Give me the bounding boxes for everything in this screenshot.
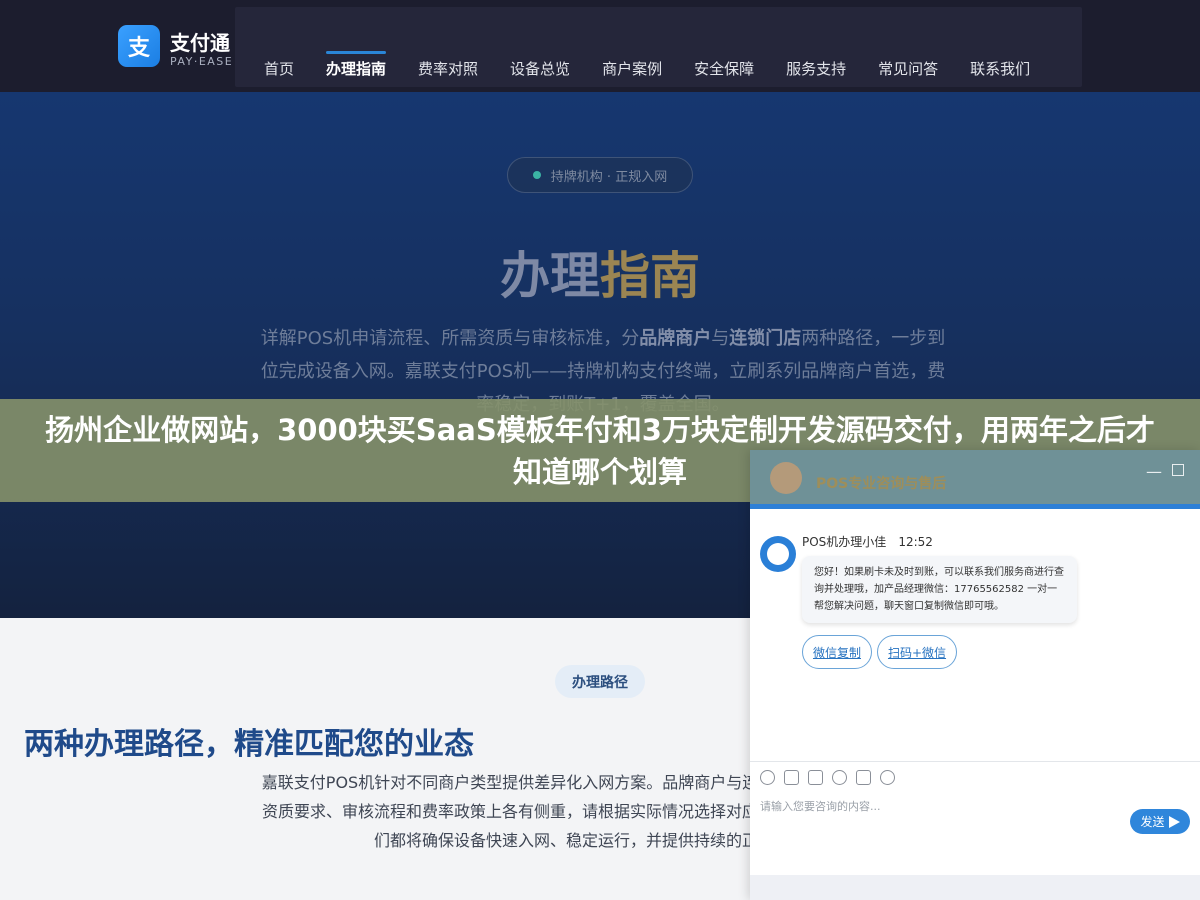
minimize-icon[interactable]: — — [1146, 462, 1162, 481]
chat-input[interactable] — [760, 800, 1120, 813]
chat-title: POS专业咨询与售后 — [816, 476, 947, 492]
logo[interactable]: 支 — [118, 25, 160, 67]
chat-widget: POS专业咨询与售后 — POS机办理小佳 12:52 您好！如果刷卡未及时到账，… — [750, 450, 1200, 900]
nav-item-cases[interactable]: 商户案例 — [602, 58, 662, 79]
hero-title-part1: 办理 — [500, 247, 600, 305]
send-label: 发送 — [1140, 815, 1165, 829]
site-header: 支 支付通 PAY·EASE 首页 办理指南 费率对照 设备总览 商户案例 安全… — [0, 0, 1200, 92]
chat-footer — [750, 875, 1200, 900]
agent-face-icon — [767, 543, 789, 565]
nav-item-home[interactable]: 首页 — [264, 58, 294, 79]
agent-name: POS机办理小佳 12:52 — [802, 533, 933, 550]
brand-subtitle: PAY·EASE — [170, 55, 234, 68]
send-button[interactable]: 发送 — [1130, 809, 1190, 834]
message-bubble: 您好！如果刷卡未及时到账，可以联系我们服务商进行查询并处理哦，加产品经理微信：1… — [802, 556, 1077, 623]
section-tag: 办理路径 — [555, 665, 645, 698]
copy-wechat-button[interactable]: 微信复制 — [802, 635, 872, 669]
status-dot-icon — [532, 171, 541, 179]
agent-name-text: POS机办理小佳 — [802, 535, 887, 549]
hero-title: 办理指南 — [0, 236, 1200, 308]
shield-icon[interactable] — [832, 770, 847, 785]
hero-desc-1: 详解POS机申请流程、所需资质与审核标准，分 — [260, 328, 640, 349]
nav-item-devices[interactable]: 设备总览 — [510, 58, 570, 79]
maximize-icon[interactable] — [1172, 464, 1184, 476]
hero-title-part2: 指南 — [600, 247, 700, 305]
nav-item-rates[interactable]: 费率对照 — [418, 58, 478, 79]
nav-item-guide[interactable]: 办理指南 — [326, 51, 387, 79]
chat-header-avatar — [770, 462, 802, 494]
send-arrow-icon — [1168, 815, 1180, 828]
chat-divider — [750, 761, 1200, 762]
hero-desc-highlight-2: 连锁门店 — [729, 328, 802, 349]
hero-desc-3: 与 — [711, 328, 730, 349]
section-title: 两种办理路径，精准匹配您的业态 — [24, 727, 474, 762]
nav-item-faq[interactable]: 常见问答 — [878, 58, 938, 79]
sound-icon[interactable] — [856, 770, 871, 785]
nav-item-support[interactable]: 服务支持 — [786, 58, 846, 79]
hero-desc-highlight-1: 品牌商户 — [639, 328, 712, 349]
emoji-icon[interactable] — [760, 770, 775, 785]
chat-header-bar — [750, 504, 1200, 509]
hero-badge-text: 持牌机构 · 正规入网 — [550, 169, 668, 185]
main-nav: 首页 办理指南 费率对照 设备总览 商户案例 安全保障 服务支持 常见问答 联系… — [264, 51, 1062, 79]
scan-wechat-button[interactable]: 扫码+微信 — [877, 635, 957, 669]
hero-badge: 持牌机构 · 正规入网 — [507, 157, 693, 193]
message-time: 12:52 — [898, 535, 933, 549]
agent-avatar — [760, 536, 796, 572]
nav-item-contact[interactable]: 联系我们 — [970, 58, 1030, 79]
brand-name[interactable]: 支付通 — [170, 27, 230, 56]
nav-item-security[interactable]: 安全保障 — [694, 58, 754, 79]
image-icon[interactable] — [784, 770, 799, 785]
screenshot-icon[interactable] — [808, 770, 823, 785]
chat-toolbar — [760, 770, 895, 785]
chat-icon[interactable] — [880, 770, 895, 785]
